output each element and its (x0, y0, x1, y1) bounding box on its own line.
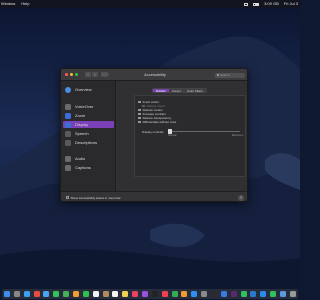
menu-date[interactable]: Fri Jul 3 (284, 0, 298, 8)
close-button[interactable] (65, 73, 68, 76)
menu-bar: Window Help 3:09 GB Fri Jul 3 (0, 0, 300, 8)
forward-button[interactable]: › (92, 72, 98, 77)
slack-icon[interactable] (230, 291, 237, 297)
overview-icon (65, 86, 71, 93)
downloads-icon[interactable] (280, 291, 287, 297)
sidebar-item-label: Audio (75, 156, 86, 161)
window-controls (65, 73, 78, 76)
battery-icon[interactable] (253, 2, 260, 6)
differentiate-without-color-checkbox[interactable] (138, 120, 141, 124)
zoom-button[interactable] (75, 73, 78, 76)
reminders-icon[interactable] (112, 291, 119, 297)
sidebar-item-voiceover[interactable]: VoiceOver (63, 103, 114, 110)
menu-help[interactable]: Help (21, 0, 29, 8)
music-icon[interactable] (132, 291, 139, 297)
tab-color-filters[interactable]: Color Filters (183, 89, 207, 92)
reduce-motion-checkbox[interactable] (138, 108, 141, 112)
spotify-icon[interactable] (240, 291, 247, 297)
tv-icon[interactable] (151, 291, 158, 297)
mail-icon[interactable] (43, 291, 50, 297)
zoom-icon (65, 112, 71, 119)
show-status-label: Show Accessibility status in menu bar (70, 195, 121, 200)
tab-display[interactable]: Display (153, 89, 169, 92)
descriptions-icon (65, 139, 71, 146)
sidebar-item-label: Speech (75, 131, 89, 136)
calendar-icon[interactable] (92, 291, 99, 297)
search-placeholder: Search (220, 72, 230, 77)
captions-icon (65, 164, 71, 171)
sidebar-item-label: Captions (75, 165, 91, 170)
launchpad-icon[interactable] (13, 291, 20, 297)
reduce-transparency-checkbox[interactable] (138, 116, 141, 120)
zoom-app-icon[interactable] (260, 291, 267, 297)
news-icon[interactable] (161, 291, 168, 297)
screen-mirroring-icon[interactable] (244, 2, 249, 6)
help-button[interactable]: ? (238, 195, 244, 201)
system-preferences-icon[interactable] (201, 291, 208, 297)
sidebar-item-speech[interactable]: Speech (63, 130, 114, 137)
finder-icon[interactable] (4, 291, 10, 297)
display-tabs: Display Cursor Color Filters (152, 88, 208, 93)
dock (2, 289, 298, 299)
accessibility-window: ‹ › ⋮⋮⋮ Accessibility Search Overview Vo… (60, 68, 248, 202)
search-icon (216, 73, 219, 76)
messages-icon[interactable] (53, 291, 60, 297)
contacts-icon[interactable] (102, 291, 109, 297)
display-contrast-slider[interactable] (170, 131, 240, 133)
audio-icon (65, 155, 71, 162)
minimize-button[interactable] (70, 73, 73, 76)
invert-colors-checkbox[interactable] (138, 100, 141, 104)
window-titlebar[interactable]: ‹ › ⋮⋮⋮ Accessibility Search (61, 69, 247, 81)
sidebar-item-label: Overview (75, 87, 92, 92)
display-icon (65, 121, 71, 128)
contrast-max-label: Maximum (232, 134, 244, 137)
show-status-checkbox[interactable] (66, 196, 69, 199)
chrome-icon[interactable] (33, 291, 40, 297)
display-pane: Display Cursor Color Filters Invert colo… (117, 81, 247, 191)
pages-icon[interactable] (181, 291, 188, 297)
notes-icon[interactable] (122, 291, 129, 297)
facetime-icon[interactable] (82, 291, 89, 297)
photos-icon[interactable] (73, 291, 80, 297)
xcode-icon[interactable] (220, 291, 227, 297)
app-store-icon[interactable] (191, 291, 198, 297)
differentiate-without-color-option[interactable]: Differentiate without color (138, 120, 176, 124)
safari-icon[interactable] (23, 291, 30, 297)
window-bottom-bar: Show Accessibility status in menu bar ? (61, 191, 247, 201)
sidebar-item-descriptions[interactable]: Descriptions (63, 139, 114, 146)
show-all-button[interactable]: ⋮⋮⋮ (101, 72, 110, 77)
back-button[interactable]: ‹ (85, 72, 91, 77)
increase-contrast-checkbox[interactable] (138, 112, 141, 116)
sidebar-item-audio[interactable]: Audio (63, 155, 114, 162)
search-field[interactable]: Search (215, 72, 245, 78)
sidebar-item-label: Zoom (75, 113, 86, 118)
numbers-icon[interactable] (171, 291, 178, 297)
differentiate-without-color-label: Differentiate without color (142, 120, 177, 124)
sidebar-item-captions[interactable]: Captions (63, 164, 114, 171)
sidebar-item-display[interactable]: Display (63, 121, 114, 128)
whatsapp-icon[interactable] (270, 291, 277, 297)
maps-icon[interactable] (63, 291, 70, 297)
sidebar-item-label: Display (75, 122, 89, 127)
voiceover-icon (65, 103, 71, 110)
speech-icon (65, 130, 71, 137)
tab-cursor[interactable]: Cursor (168, 89, 184, 92)
sidebar: Overview VoiceOver Zoom Display Speech D… (61, 81, 116, 191)
classic-invert-checkbox (142, 104, 145, 108)
display-options-box: Invert colors Classic Invert Reduce moti… (134, 95, 246, 177)
display-contrast-label: Display contrast: (142, 130, 165, 134)
sidebar-item-label: Descriptions (75, 140, 98, 145)
menu-clock[interactable]: 3:09 GB (264, 0, 279, 8)
menu-window[interactable]: Window (1, 0, 15, 8)
trash-icon[interactable] (289, 291, 296, 297)
vscode-icon[interactable] (250, 291, 257, 297)
sidebar-item-label: VoiceOver (75, 104, 94, 109)
podcasts-icon[interactable] (142, 291, 149, 297)
navigation-buttons: ‹ › (85, 72, 98, 77)
sidebar-item-overview[interactable]: Overview (63, 86, 114, 93)
contrast-min-label: Normal (168, 134, 177, 137)
sidebar-item-zoom[interactable]: Zoom (63, 112, 114, 119)
terminal-icon[interactable] (211, 291, 218, 297)
